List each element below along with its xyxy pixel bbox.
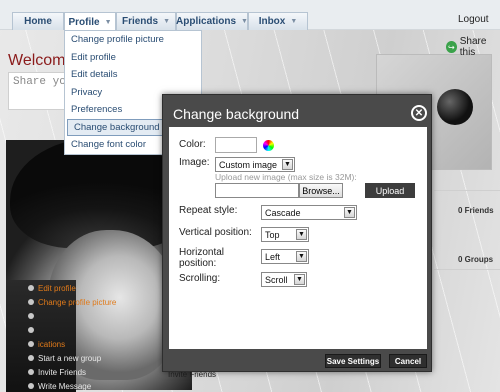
menu-item-change-profile-picture[interactable]: Change profile picture xyxy=(65,31,201,49)
side-link-applications[interactable]: ications xyxy=(28,337,168,351)
side-link-edit-profile[interactable]: Edit profile xyxy=(28,281,168,295)
groups-count[interactable]: 0 Groups xyxy=(458,255,493,264)
chevron-down-icon: ▼ xyxy=(104,18,112,26)
scrolling-select[interactable]: Scroll ▼ xyxy=(261,272,307,287)
picture-icon xyxy=(28,299,34,305)
color-wheel-icon[interactable] xyxy=(263,140,274,151)
tab-home-label: Home xyxy=(24,16,52,27)
horizontal-position-label: Horizontal position: xyxy=(179,247,225,269)
browse-button[interactable]: Browse... xyxy=(299,183,343,198)
upload-button[interactable]: Upload xyxy=(365,183,415,198)
image-select-value: Custom image xyxy=(219,159,278,170)
side-link-4[interactable] xyxy=(28,323,168,337)
chevron-down-icon: ▼ xyxy=(344,207,355,218)
tab-inbox-label: Inbox xyxy=(258,16,286,27)
menu-item-edit-details[interactable]: Edit details xyxy=(65,66,201,84)
cancel-button[interactable]: Cancel xyxy=(389,354,427,368)
save-settings-button[interactable]: Save Settings xyxy=(325,354,381,368)
file-path-input[interactable] xyxy=(215,183,299,198)
pencil-icon xyxy=(28,285,34,291)
page-icon xyxy=(28,313,34,319)
tab-applications[interactable]: Applications ▼ xyxy=(176,12,248,30)
horizontal-position-value: Left xyxy=(265,251,281,262)
dialog-title: Change background xyxy=(173,106,300,122)
chevron-down-icon: ▼ xyxy=(163,18,171,25)
color-label: Color: xyxy=(179,139,206,150)
side-link-write-message[interactable]: Write Message xyxy=(28,379,168,392)
chevron-down-icon: ▼ xyxy=(282,159,293,170)
vertical-position-label: Vertical position: xyxy=(179,227,252,238)
side-link-3[interactable] xyxy=(28,309,168,323)
chevron-down-icon: ▼ xyxy=(296,229,307,240)
color-picker-field[interactable] xyxy=(215,137,257,153)
side-link-change-picture[interactable]: Change profile picture xyxy=(28,295,168,309)
tab-friends[interactable]: Friends ▼ xyxy=(116,12,176,30)
image-label: Image: xyxy=(179,157,210,168)
chevron-down-icon: ▼ xyxy=(290,18,298,25)
close-icon[interactable]: ✕ xyxy=(411,105,427,121)
invite-icon xyxy=(28,369,34,375)
share-icon: ↪ xyxy=(446,41,457,53)
vertical-position-value: Top xyxy=(265,229,280,240)
side-link-invite-friends[interactable]: Invite Friends xyxy=(28,365,168,379)
tab-friends-label: Friends xyxy=(121,16,159,27)
upload-note: Upload new image (max size is 32M): xyxy=(215,172,357,182)
image-select[interactable]: Custom image ▼ xyxy=(215,157,295,172)
apps-icon xyxy=(28,341,34,347)
tab-home[interactable]: Home xyxy=(12,12,64,30)
profile-photo-ball xyxy=(437,89,473,125)
share-this-button[interactable]: ↪ Share this xyxy=(446,36,500,58)
dialog-body: Color: Image: Custom image ▼ Upload new … xyxy=(169,127,427,349)
side-link-start-group[interactable]: Start a new group xyxy=(28,351,168,365)
tab-profile-label: Profile xyxy=(68,16,100,28)
top-navigation: Home Profile ▼ Friends ▼ Applications ▼ … xyxy=(0,0,500,31)
vertical-position-select[interactable]: Top ▼ xyxy=(261,227,309,242)
change-background-dialog: Change background ✕ Color: Image: Custom… xyxy=(162,94,432,372)
repeat-style-select[interactable]: Cascade ▼ xyxy=(261,205,357,220)
tab-profile[interactable]: Profile ▼ xyxy=(64,12,116,31)
tab-applications-label: Applications xyxy=(176,16,237,27)
friends-count[interactable]: 0 Friends xyxy=(458,206,494,215)
tab-inbox[interactable]: Inbox ▼ xyxy=(248,12,308,30)
menu-item-edit-profile[interactable]: Edit profile xyxy=(65,49,201,67)
mail-icon xyxy=(28,383,34,389)
repeat-style-label: Repeat style: xyxy=(179,205,238,216)
scrolling-value: Scroll xyxy=(265,274,288,285)
chevron-down-icon: ▼ xyxy=(296,251,307,262)
chevron-down-icon: ▼ xyxy=(294,274,305,285)
scrolling-label: Scrolling: xyxy=(179,273,221,284)
profile-side-links: Edit profile Change profile picture icat… xyxy=(28,281,168,392)
share-this-label: Share this xyxy=(459,36,487,58)
chevron-down-icon: ▼ xyxy=(241,18,248,25)
horizontal-position-select[interactable]: Left ▼ xyxy=(261,249,309,264)
repeat-style-value: Cascade xyxy=(265,207,301,218)
group-icon xyxy=(28,355,34,361)
logout-link[interactable]: Logout xyxy=(458,14,489,25)
page-icon xyxy=(28,327,34,333)
